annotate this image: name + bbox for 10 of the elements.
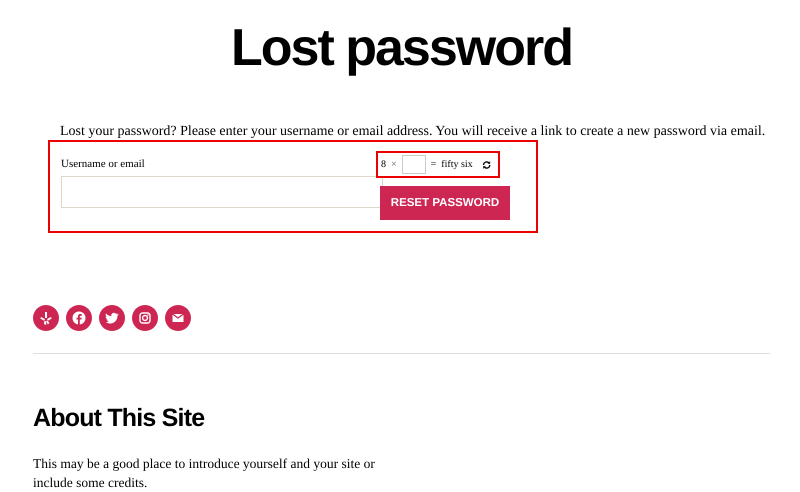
about-text: This may be a good place to introduce yourself and your site or include some credits.	[33, 455, 376, 492]
captcha-operator: ×	[391, 159, 397, 170]
reset-password-button[interactable]: RESET PASSWORD	[380, 186, 510, 220]
captcha-equals: =	[430, 159, 436, 170]
section-heading: About This Site	[33, 403, 206, 433]
field-label: Username or email	[61, 158, 146, 170]
captcha-result: fifty six	[441, 159, 473, 170]
intro-text: Lost your password? Please enter your username or email address. You will receive a link to create a new password via email.	[60, 124, 766, 140]
page-title: Lost password	[230, 20, 573, 76]
captcha-number: 8	[381, 159, 386, 170]
